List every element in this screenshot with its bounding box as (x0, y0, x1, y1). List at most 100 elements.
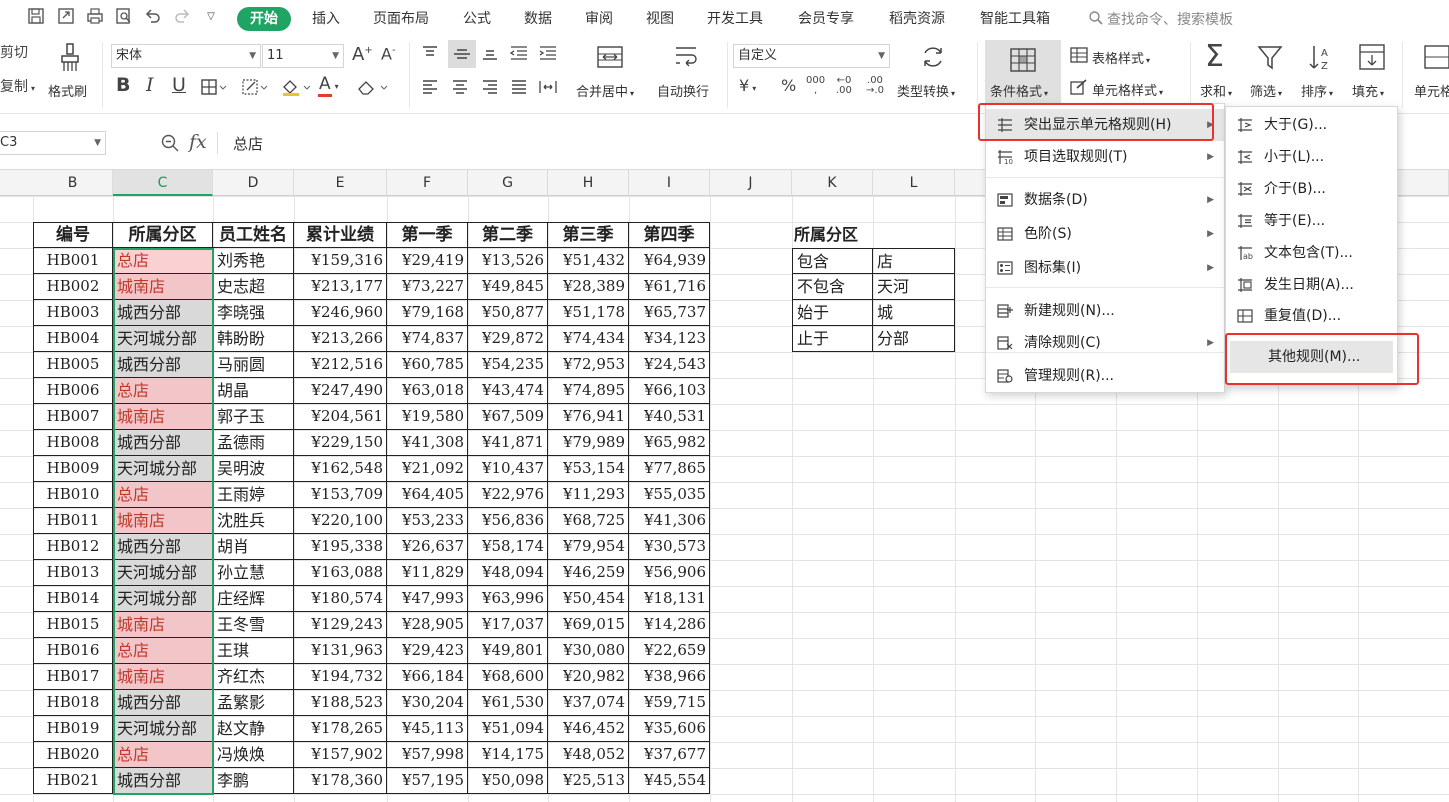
table-cell[interactable]: ¥72,953 (548, 352, 629, 378)
sum-icon[interactable]: Σ (1205, 42, 1224, 72)
print-icon[interactable] (85, 7, 105, 27)
table-cell[interactable]: ¥28,905 (387, 612, 468, 638)
submenu-item-less-than[interactable]: 小于(L)... (1226, 141, 1397, 173)
table-cell[interactable]: ¥43,474 (468, 378, 548, 404)
table-cell[interactable]: ¥246,960 (294, 300, 387, 326)
cell-border-style-icon[interactable] (241, 78, 269, 99)
table-header-cell[interactable]: 员工姓名 (213, 222, 294, 248)
sort-button[interactable]: 排序 ▾ (1301, 81, 1333, 100)
table-cell[interactable]: ¥17,037 (468, 612, 548, 638)
table-cell[interactable]: ¥13,526 (468, 248, 548, 274)
underline-icon[interactable]: U (172, 76, 186, 95)
percent-icon[interactable]: % (781, 78, 796, 94)
redo-icon[interactable] (172, 7, 192, 27)
tab-insert[interactable]: 插入 (310, 7, 342, 31)
align-top-icon[interactable] (420, 44, 440, 65)
table-cell[interactable]: 刘秀艳 (213, 248, 294, 274)
submenu-item-between[interactable]: 介于(B)... (1226, 173, 1397, 205)
column-header-F[interactable]: F (387, 170, 468, 196)
criteria-cell[interactable]: 天河 (873, 274, 955, 300)
table-header-cell[interactable]: 编号 (33, 222, 113, 248)
type-convert-icon[interactable] (918, 42, 948, 75)
thousands-separator-icon[interactable]: 000, (806, 76, 825, 96)
table-cell[interactable]: 城西分部 (113, 430, 213, 456)
cf-menu-item-data-bars[interactable]: 数据条(D) ▶ (986, 184, 1224, 216)
submenu-item-text-contains[interactable]: ab 文本包含(T)... (1226, 237, 1397, 269)
bold-icon[interactable]: B (116, 76, 130, 95)
sort-icon[interactable]: AZ (1306, 42, 1336, 75)
table-cell[interactable]: ¥28,389 (548, 274, 629, 300)
table-cell[interactable]: ¥30,204 (387, 690, 468, 716)
table-cell[interactable]: HB014 (33, 586, 113, 612)
distributed-align-icon[interactable] (537, 78, 559, 99)
table-cell[interactable]: HB007 (33, 404, 113, 430)
table-cell[interactable]: HB009 (33, 456, 113, 482)
table-cell[interactable]: HB018 (33, 690, 113, 716)
table-cell[interactable]: ¥79,989 (548, 430, 629, 456)
table-cell[interactable]: ¥58,174 (468, 534, 548, 560)
cell-button[interactable]: 单元格 (1414, 81, 1449, 100)
criteria-cell[interactable]: 城 (873, 300, 955, 326)
table-cell[interactable]: ¥29,423 (387, 638, 468, 664)
table-cell[interactable]: ¥65,737 (629, 300, 710, 326)
column-header-H[interactable]: H (548, 170, 629, 196)
table-cell[interactable]: ¥45,113 (387, 716, 468, 742)
column-header-E[interactable]: E (294, 170, 387, 196)
table-cell[interactable]: ¥74,895 (548, 378, 629, 404)
table-cell[interactable]: HB001 (33, 248, 113, 274)
table-cell[interactable]: ¥66,103 (629, 378, 710, 404)
table-cell[interactable]: ¥41,871 (468, 430, 548, 456)
table-cell[interactable]: ¥188,523 (294, 690, 387, 716)
name-box[interactable]: C3 ▼ (0, 131, 106, 155)
criteria-cell[interactable]: 分部 (873, 326, 955, 352)
fill-color-icon[interactable] (280, 78, 312, 99)
table-cell[interactable]: ¥178,265 (294, 716, 387, 742)
table-cell[interactable]: ¥180,574 (294, 586, 387, 612)
table-cell[interactable]: HB008 (33, 430, 113, 456)
table-cell[interactable]: ¥229,150 (294, 430, 387, 456)
table-cell[interactable]: ¥56,836 (468, 508, 548, 534)
criteria-cell[interactable]: 始于 (792, 300, 873, 326)
format-painter-icon[interactable] (57, 42, 83, 76)
table-cell[interactable]: ¥63,018 (387, 378, 468, 404)
table-cell[interactable]: 天河城分部 (113, 326, 213, 352)
table-cell[interactable]: ¥20,982 (548, 664, 629, 690)
table-cell[interactable]: ¥55,035 (629, 482, 710, 508)
criteria-cell[interactable]: 包含 (792, 248, 873, 274)
table-cell[interactable]: ¥69,015 (548, 612, 629, 638)
search-icon[interactable] (1088, 10, 1104, 26)
decrease-decimal-icon[interactable]: .00 →.0 (866, 76, 884, 96)
column-header-G[interactable]: G (468, 170, 548, 196)
table-cell[interactable]: HB016 (33, 638, 113, 664)
table-cell[interactable]: ¥14,286 (629, 612, 710, 638)
table-cell[interactable]: ¥204,561 (294, 404, 387, 430)
table-cell[interactable]: ¥49,845 (468, 274, 548, 300)
table-cell[interactable]: ¥48,052 (548, 742, 629, 768)
table-cell[interactable]: 总店 (113, 742, 213, 768)
table-cell[interactable]: ¥64,939 (629, 248, 710, 274)
table-cell[interactable]: 王冬雪 (213, 612, 294, 638)
command-search-input[interactable]: 查找命令、搜索模板 (1107, 9, 1233, 29)
table-cell[interactable]: ¥22,976 (468, 482, 548, 508)
table-cell[interactable]: HB011 (33, 508, 113, 534)
table-cell[interactable]: ¥220,100 (294, 508, 387, 534)
column-header-J[interactable]: J (710, 170, 792, 196)
table-cell[interactable]: ¥247,490 (294, 378, 387, 404)
table-cell[interactable]: ¥11,293 (548, 482, 629, 508)
export-icon[interactable] (56, 7, 76, 27)
table-cell[interactable]: ¥35,606 (629, 716, 710, 742)
table-cell[interactable]: 李晓强 (213, 300, 294, 326)
table-cell[interactable]: ¥51,178 (548, 300, 629, 326)
table-cell[interactable]: ¥77,865 (629, 456, 710, 482)
table-cell[interactable]: ¥162,548 (294, 456, 387, 482)
table-cell[interactable]: 城南店 (113, 664, 213, 690)
filter-button[interactable]: 筛选 ▾ (1250, 81, 1282, 100)
table-cell[interactable]: ¥195,338 (294, 534, 387, 560)
table-cell[interactable]: HB013 (33, 560, 113, 586)
table-cell[interactable]: ¥50,454 (548, 586, 629, 612)
tab-page-layout[interactable]: 页面布局 (371, 7, 431, 31)
table-cell[interactable]: ¥159,316 (294, 248, 387, 274)
table-cell[interactable]: ¥38,966 (629, 664, 710, 690)
table-header-cell[interactable]: 第二季 (468, 222, 548, 248)
table-cell[interactable]: ¥25,513 (548, 768, 629, 794)
